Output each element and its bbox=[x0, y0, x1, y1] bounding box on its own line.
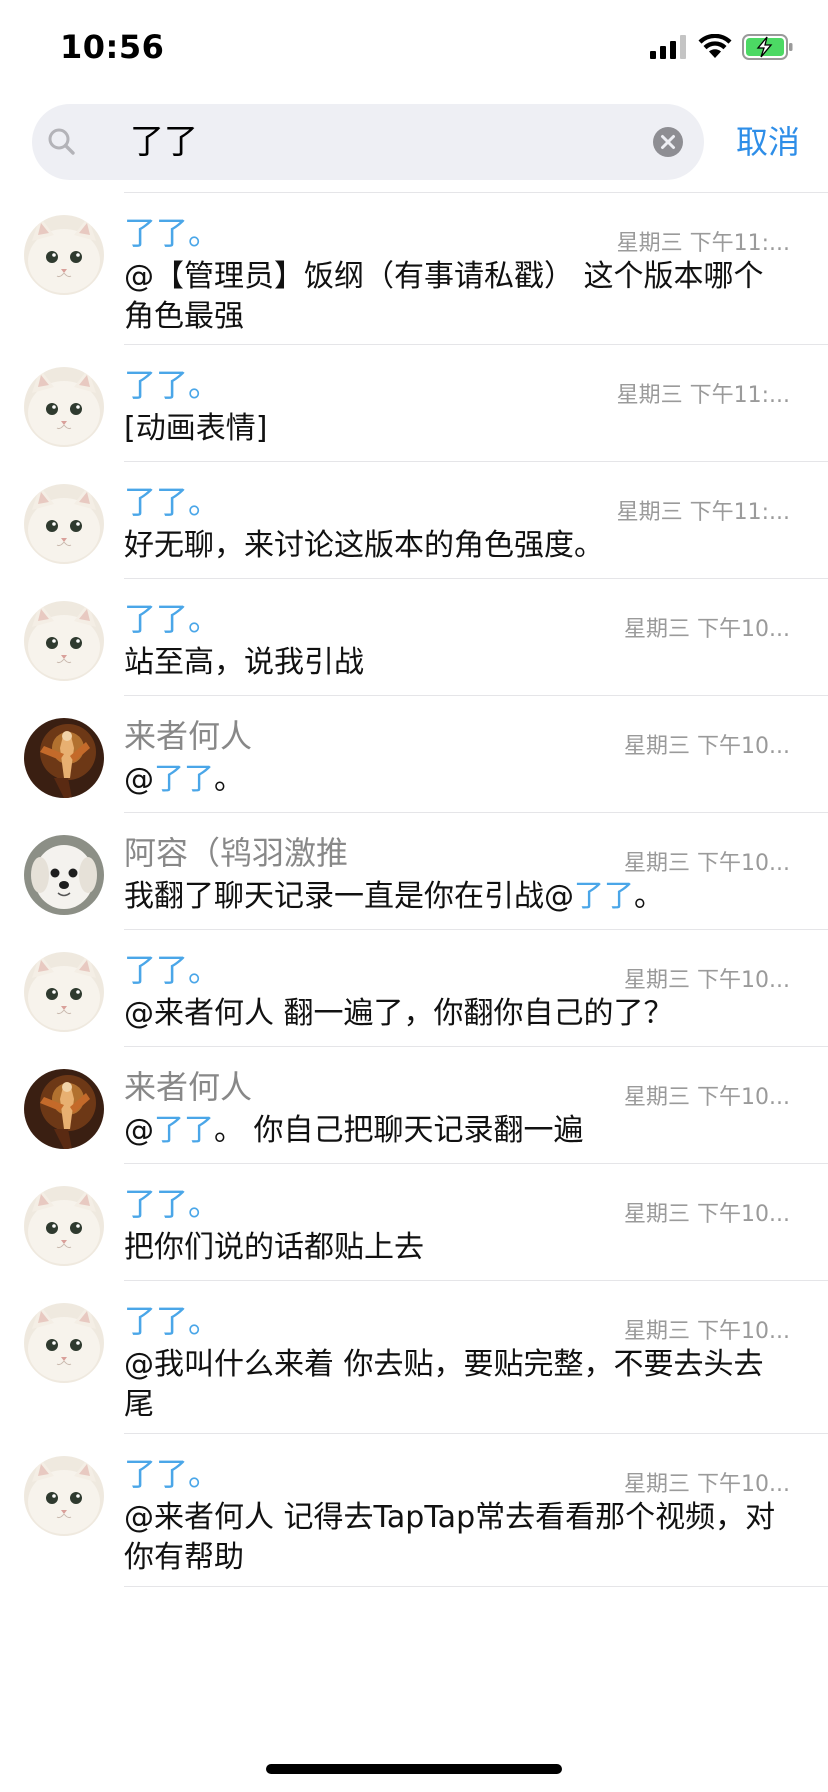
message-text: @我叫什么来着 你去贴，要贴完整，不要去头去尾 bbox=[124, 1345, 788, 1425]
result-item[interactable]: 来者何人 星期三 下午10... @了了。 你自己把聊天记录翻一遍 bbox=[0, 1047, 828, 1164]
result-item[interactable]: 了了。 星期三 下午10... 站至高，说我引战 bbox=[0, 579, 828, 696]
mention-link[interactable]: 了了 bbox=[154, 762, 214, 797]
message-segment: @【管理员】饭纲（有事请私戳） 这个版本哪个角色最强 bbox=[124, 259, 764, 334]
sender-name: 了了。 bbox=[124, 483, 221, 521]
mention-link[interactable]: 了了 bbox=[574, 879, 634, 914]
search-results-list: 了了。 星期三 下午11:... @【管理员】饭纲（有事请私戳） 这个版本哪个角色最… bbox=[0, 193, 828, 1587]
message-text: @来者何人 翻一遍了，你翻你自己的了？ bbox=[124, 994, 788, 1034]
sender-name: 了了。 bbox=[124, 951, 221, 989]
result-item[interactable]: 阿容（鸨羽激推 星期三 下午10... 我翻了聊天记录一直是你在引战@了了。 bbox=[0, 813, 828, 930]
result-item[interactable]: 了了。 星期三 下午11:... @【管理员】饭纲（有事请私戳） 这个版本哪个角色最… bbox=[0, 193, 828, 345]
message-segment: 我翻了聊天记录一直是你在引战@ bbox=[124, 879, 574, 914]
avatar[interactable] bbox=[24, 1456, 104, 1536]
search-bar: 取消 bbox=[0, 104, 828, 180]
message-time: 星期三 下午10... bbox=[624, 1085, 790, 1110]
divider bbox=[124, 1586, 828, 1587]
message-text: 好无聊，来讨论这版本的角色强度。 bbox=[124, 526, 788, 566]
message-segment: 。 bbox=[634, 879, 664, 914]
message-segment: @我叫什么来着 你去贴，要贴完整，不要去头去尾 bbox=[124, 1347, 764, 1422]
status-icons bbox=[650, 33, 794, 64]
message-time: 星期三 下午11:... bbox=[616, 383, 790, 408]
message-time: 星期三 下午10... bbox=[624, 851, 790, 876]
clear-search-icon[interactable] bbox=[652, 126, 684, 158]
sender-name: 来者何人 bbox=[124, 1068, 253, 1106]
avatar[interactable] bbox=[24, 1186, 104, 1266]
result-item[interactable]: 了了。 星期三 下午11:... 好无聊，来讨论这版本的角色强度。 bbox=[0, 462, 828, 579]
status-bar: 10:56 bbox=[0, 0, 828, 96]
mention-link[interactable]: 了了 bbox=[154, 1113, 214, 1148]
result-item[interactable]: 来者何人 星期三 下午10... @了了。 bbox=[0, 696, 828, 813]
message-time: 星期三 下午10... bbox=[624, 1202, 790, 1227]
message-segment: 把你们说的话都贴上去 bbox=[124, 1230, 424, 1265]
result-item[interactable]: 了了。 星期三 下午11:... [动画表情] bbox=[0, 345, 828, 462]
message-text: @了了。 你自己把聊天记录翻一遍 bbox=[124, 1111, 788, 1151]
status-time: 10:56 bbox=[60, 28, 165, 66]
message-segment: 。 bbox=[214, 762, 244, 797]
message-text: 我翻了聊天记录一直是你在引战@了了。 bbox=[124, 877, 788, 917]
message-segment: @ bbox=[124, 1113, 154, 1148]
message-time: 星期三 下午11:... bbox=[616, 231, 790, 256]
message-time: 星期三 下午10... bbox=[624, 734, 790, 759]
result-item[interactable]: 了了。 星期三 下午10... @来者何人 翻一遍了，你翻你自己的了？ bbox=[0, 930, 828, 1047]
message-time: 星期三 下午10... bbox=[624, 1319, 790, 1344]
search-box[interactable] bbox=[32, 104, 704, 180]
message-time: 星期三 下午10... bbox=[624, 968, 790, 993]
result-item[interactable]: 了了。 星期三 下午10... 把你们说的话都贴上去 bbox=[0, 1164, 828, 1281]
avatar[interactable] bbox=[24, 215, 104, 295]
sender-name: 阿容（鸨羽激推 bbox=[124, 834, 349, 872]
avatar[interactable] bbox=[24, 601, 104, 681]
home-indicator[interactable] bbox=[266, 1764, 562, 1774]
sender-name: 了了。 bbox=[124, 214, 221, 252]
screen: 10:56 了了 取消 了了。 星期三 下午11:... @【管理员】饭纲（有事… bbox=[0, 0, 828, 1792]
avatar[interactable] bbox=[24, 1069, 104, 1149]
message-segment: @来者何人 记得去TapTap常去看看那个视频，对你有帮助 bbox=[124, 1500, 776, 1575]
sender-name: 了了。 bbox=[124, 366, 221, 404]
message-text: @【管理员】饭纲（有事请私戳） 这个版本哪个角色最强 bbox=[124, 257, 788, 337]
signal-icon bbox=[650, 35, 688, 63]
message-segment: @来者何人 翻一遍了，你翻你自己的了？ bbox=[124, 996, 674, 1031]
result-item[interactable]: 了了。 星期三 下午10... @我叫什么来着 你去贴，要贴完整，不要去头去尾 bbox=[0, 1281, 828, 1434]
message-text: 把你们说的话都贴上去 bbox=[124, 1228, 788, 1268]
avatar[interactable] bbox=[24, 835, 104, 915]
avatar[interactable] bbox=[24, 1303, 104, 1383]
message-time: 星期三 下午10... bbox=[624, 1472, 790, 1497]
message-segment: [动画表情] bbox=[124, 411, 268, 446]
message-text: [动画表情] bbox=[124, 409, 788, 449]
avatar[interactable] bbox=[24, 367, 104, 447]
message-text: @了了。 bbox=[124, 760, 788, 800]
sender-name: 了了。 bbox=[124, 1455, 221, 1493]
message-text: @来者何人 记得去TapTap常去看看那个视频，对你有帮助 bbox=[124, 1498, 788, 1578]
message-time: 星期三 下午11:... bbox=[616, 500, 790, 525]
avatar[interactable] bbox=[24, 718, 104, 798]
search-input[interactable] bbox=[96, 104, 616, 180]
message-segment: 好无聊，来讨论这版本的角色强度。 bbox=[124, 528, 604, 563]
avatar[interactable] bbox=[24, 484, 104, 564]
message-segment: 站至高，说我引战 bbox=[124, 645, 364, 680]
result-item[interactable]: 了了。 星期三 下午10... @来者何人 记得去TapTap常去看看那个视频，对你… bbox=[0, 1434, 828, 1587]
wifi-icon bbox=[698, 33, 732, 64]
message-segment: @ bbox=[124, 762, 154, 797]
sender-name: 了了。 bbox=[124, 600, 221, 638]
sender-name: 了了。 bbox=[124, 1185, 221, 1223]
avatar[interactable] bbox=[24, 952, 104, 1032]
message-text: 站至高，说我引战 bbox=[124, 643, 788, 683]
search-icon bbox=[44, 124, 80, 160]
message-segment: 。 你自己把聊天记录翻一遍 bbox=[214, 1113, 584, 1148]
message-time: 星期三 下午10... bbox=[624, 617, 790, 642]
battery-charging-icon bbox=[742, 34, 794, 64]
cancel-button[interactable]: 取消 bbox=[736, 104, 800, 180]
sender-name: 了了。 bbox=[124, 1302, 221, 1340]
sender-name: 来者何人 bbox=[124, 717, 253, 755]
